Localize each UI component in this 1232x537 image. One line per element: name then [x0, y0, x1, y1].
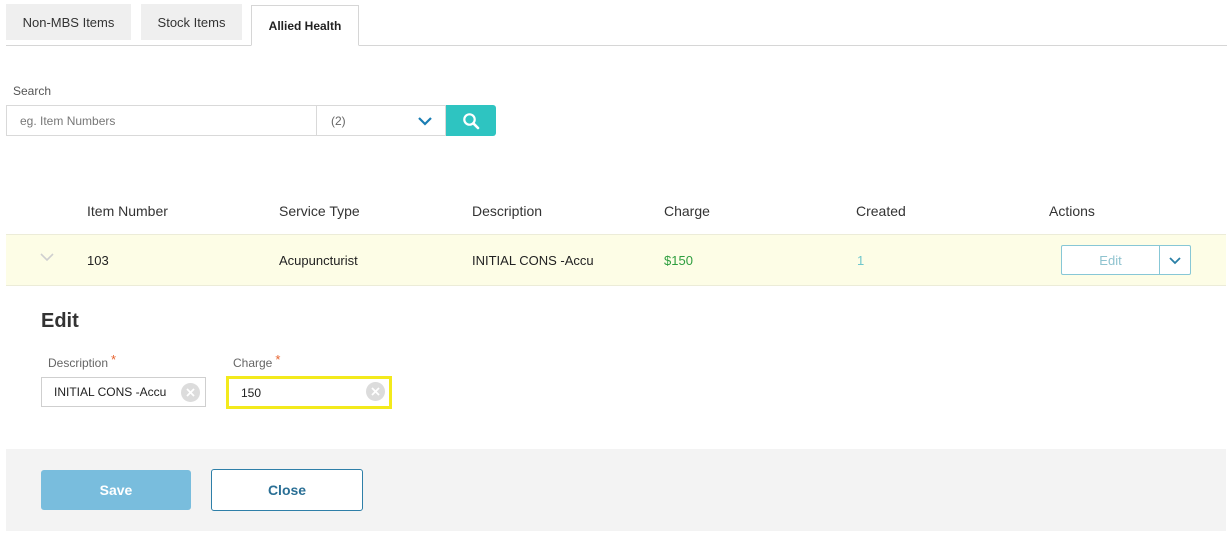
search-filter-select[interactable]: (2)	[316, 105, 446, 136]
description-label-text: Description	[48, 356, 109, 370]
search-icon	[463, 112, 480, 129]
description-label: Description *	[48, 352, 117, 370]
cell-item-number: 103	[87, 253, 109, 268]
row-actions-group: Edit	[1061, 245, 1191, 275]
search-filter-value: (2)	[331, 113, 346, 128]
tab-stock-items[interactable]: Stock Items	[141, 4, 242, 40]
search-input[interactable]	[6, 105, 317, 136]
required-mark: *	[111, 352, 117, 367]
tab-bar: Non-MBS Items Stock Items Allied Health	[6, 4, 1227, 46]
column-header-created: Created	[856, 203, 906, 219]
cell-service-type: Acupuncturist	[279, 253, 358, 268]
search-button[interactable]	[446, 105, 496, 136]
expand-chevron-icon[interactable]	[40, 250, 54, 264]
charge-label-text: Charge	[233, 356, 273, 370]
table-row[interactable]	[6, 234, 1226, 286]
clear-description-icon[interactable]	[181, 383, 200, 402]
cell-created: 1	[857, 253, 865, 268]
charge-field-wrapper	[226, 376, 392, 409]
edit-title: Edit	[41, 310, 79, 332]
required-mark: *	[275, 352, 281, 367]
cell-description: INITIAL CONS -Accu	[472, 253, 594, 268]
actions-dropdown-button[interactable]	[1160, 246, 1190, 274]
description-field-wrapper	[41, 377, 206, 407]
cell-charge: $150	[664, 253, 693, 268]
close-button[interactable]: Close	[211, 469, 363, 511]
close-icon	[186, 388, 195, 397]
column-header-actions: Actions	[1049, 203, 1095, 219]
tab-non-mbs-items[interactable]: Non-MBS Items	[6, 4, 131, 40]
clear-charge-icon[interactable]	[366, 382, 385, 401]
chevron-down-icon	[1169, 257, 1181, 265]
charge-label: Charge *	[233, 352, 281, 370]
save-button[interactable]: Save	[41, 470, 191, 510]
column-header-charge: Charge	[664, 203, 710, 219]
tab-allied-health[interactable]: Allied Health	[251, 5, 359, 46]
close-icon	[371, 387, 380, 396]
column-header-service-type: Service Type	[279, 203, 360, 219]
edit-button[interactable]: Edit	[1062, 246, 1160, 274]
chevron-down-icon	[418, 117, 432, 126]
column-header-item-number: Item Number	[87, 203, 168, 219]
search-label: Search	[13, 84, 52, 98]
column-header-description: Description	[472, 203, 543, 219]
charge-field[interactable]	[229, 379, 389, 406]
